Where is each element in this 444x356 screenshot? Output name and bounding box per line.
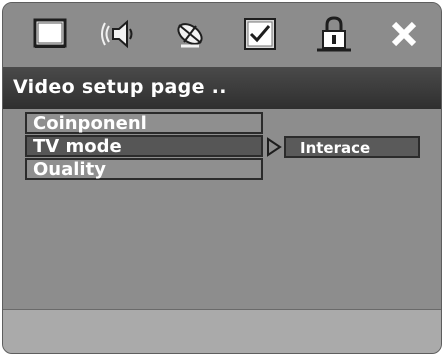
menu-item-component[interactable]: Coinponenl bbox=[25, 112, 263, 134]
menu-item-label: TV mode bbox=[33, 136, 122, 157]
menu-item-quality[interactable]: Ouality bbox=[25, 158, 263, 180]
menu-item-label: Ouality bbox=[33, 159, 106, 180]
menu-area: Coinponenl TV mode Ouality Interace bbox=[3, 109, 441, 309]
lock-icon[interactable] bbox=[313, 13, 355, 55]
satellite-icon[interactable] bbox=[169, 13, 211, 55]
speaker-icon[interactable] bbox=[99, 13, 141, 55]
close-icon[interactable] bbox=[383, 13, 425, 55]
menu-item-tv-mode[interactable]: TV mode bbox=[25, 135, 263, 157]
setup-menu: Coinponenl TV mode Ouality bbox=[25, 112, 263, 181]
menu-item-label: Coinponenl bbox=[33, 113, 147, 134]
page-title: Video setup page .. bbox=[13, 76, 227, 98]
tv-mode-value[interactable]: Interace bbox=[284, 136, 420, 158]
setup-screen: Video setup page .. Coinponenl TV mode O… bbox=[2, 2, 442, 354]
footer-bar bbox=[3, 309, 441, 353]
checkbox-icon[interactable] bbox=[239, 13, 281, 55]
icon-toolbar bbox=[3, 3, 441, 65]
tv-mode-value-label: Interace bbox=[300, 139, 371, 157]
submenu-arrow-icon bbox=[266, 136, 284, 158]
title-bar: Video setup page .. bbox=[3, 67, 441, 109]
tv-icon[interactable] bbox=[29, 13, 71, 55]
